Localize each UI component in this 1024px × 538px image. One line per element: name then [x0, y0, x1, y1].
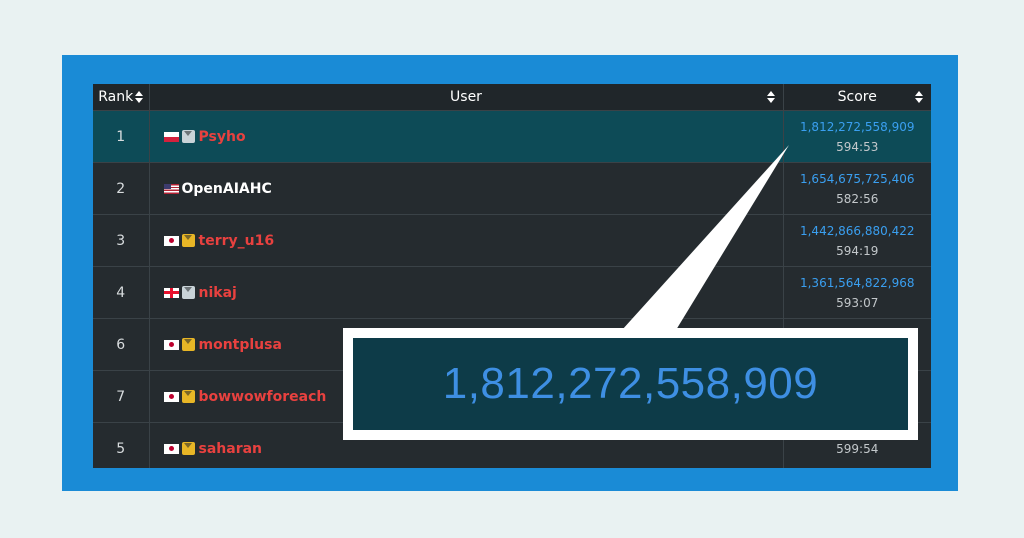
score-value[interactable]: 1,654,675,725,406: [784, 169, 932, 189]
submission-time: 599:54: [836, 441, 879, 456]
flag-icon: [163, 443, 179, 454]
flag-icon: [163, 235, 179, 246]
score-value[interactable]: 1,442,866,880,422: [784, 221, 932, 241]
username-link[interactable]: OpenAIAHC: [182, 181, 272, 197]
table-row: 2 OpenAIAHC 1,654,675,725,406 582:56: [93, 162, 932, 215]
rating-crown-icon: [181, 286, 195, 299]
table-row: 4 nikaj 1,361,564,822,968 593:07: [93, 266, 932, 319]
score-cell: 1,442,866,880,422 594:19: [783, 214, 932, 267]
score-cell: 1,654,675,725,406 582:56: [783, 162, 932, 215]
flag-icon: [163, 183, 179, 194]
table-row: 1 Psyho 1,812,272,558,909 594:53: [93, 110, 932, 163]
rank-cell: 5: [93, 422, 150, 468]
rating-crown-icon: [181, 234, 195, 247]
rank-column-header[interactable]: Rank: [93, 84, 150, 111]
rating-crown-icon: [181, 130, 195, 143]
username-link[interactable]: nikaj: [199, 285, 237, 301]
submission-time: 593:07: [836, 295, 879, 310]
rating-crown-icon: [181, 390, 195, 403]
callout-score-value: 1,812,272,558,909: [442, 359, 819, 408]
user-cell: OpenAIAHC: [149, 162, 784, 215]
user-cell: Psyho: [149, 110, 784, 163]
username-link[interactable]: montplusa: [199, 337, 282, 353]
submission-time: 594:53: [836, 139, 879, 154]
score-column-header[interactable]: Score: [783, 84, 931, 111]
sort-icon[interactable]: [915, 91, 923, 103]
rank-cell: 7: [93, 370, 150, 423]
rank-cell: 2: [93, 162, 150, 215]
score-cell: 1,361,564,822,968 593:07: [783, 266, 932, 319]
username-link[interactable]: saharan: [199, 441, 263, 457]
submission-time: 582:56: [836, 191, 879, 206]
sort-icon[interactable]: [135, 91, 144, 103]
score-value[interactable]: 1,812,272,558,909: [784, 117, 932, 137]
user-cell: nikaj: [149, 266, 784, 319]
header-row: Rank User Score: [93, 84, 931, 111]
rank-cell: 6: [93, 318, 150, 371]
rank-cell: 1: [93, 110, 150, 163]
flag-icon: [163, 391, 179, 402]
sort-icon[interactable]: [766, 91, 775, 103]
user-cell: terry_u16: [149, 214, 784, 267]
score-callout: 1,812,272,558,909: [343, 328, 918, 440]
username-link[interactable]: terry_u16: [199, 233, 275, 249]
username-link[interactable]: bowwowforeach: [199, 389, 327, 405]
username-link[interactable]: Psyho: [199, 129, 246, 145]
rank-cell: 3: [93, 214, 150, 267]
rank-cell: 4: [93, 266, 150, 319]
flag-icon: [163, 339, 179, 350]
rating-crown-icon: [181, 338, 195, 351]
table-row: 3 terry_u16 1,442,866,880,422 594:19: [93, 214, 932, 267]
score-cell: 1,812,272,558,909 594:53: [783, 110, 932, 163]
score-value[interactable]: 1,361,564,822,968: [784, 273, 932, 293]
user-column-header[interactable]: User: [149, 84, 784, 111]
submission-time: 594:19: [836, 243, 879, 258]
score-callout-inner: 1,812,272,558,909: [353, 338, 908, 430]
flag-icon: [163, 287, 179, 298]
flag-icon: [163, 131, 179, 142]
rating-crown-icon: [181, 442, 195, 455]
